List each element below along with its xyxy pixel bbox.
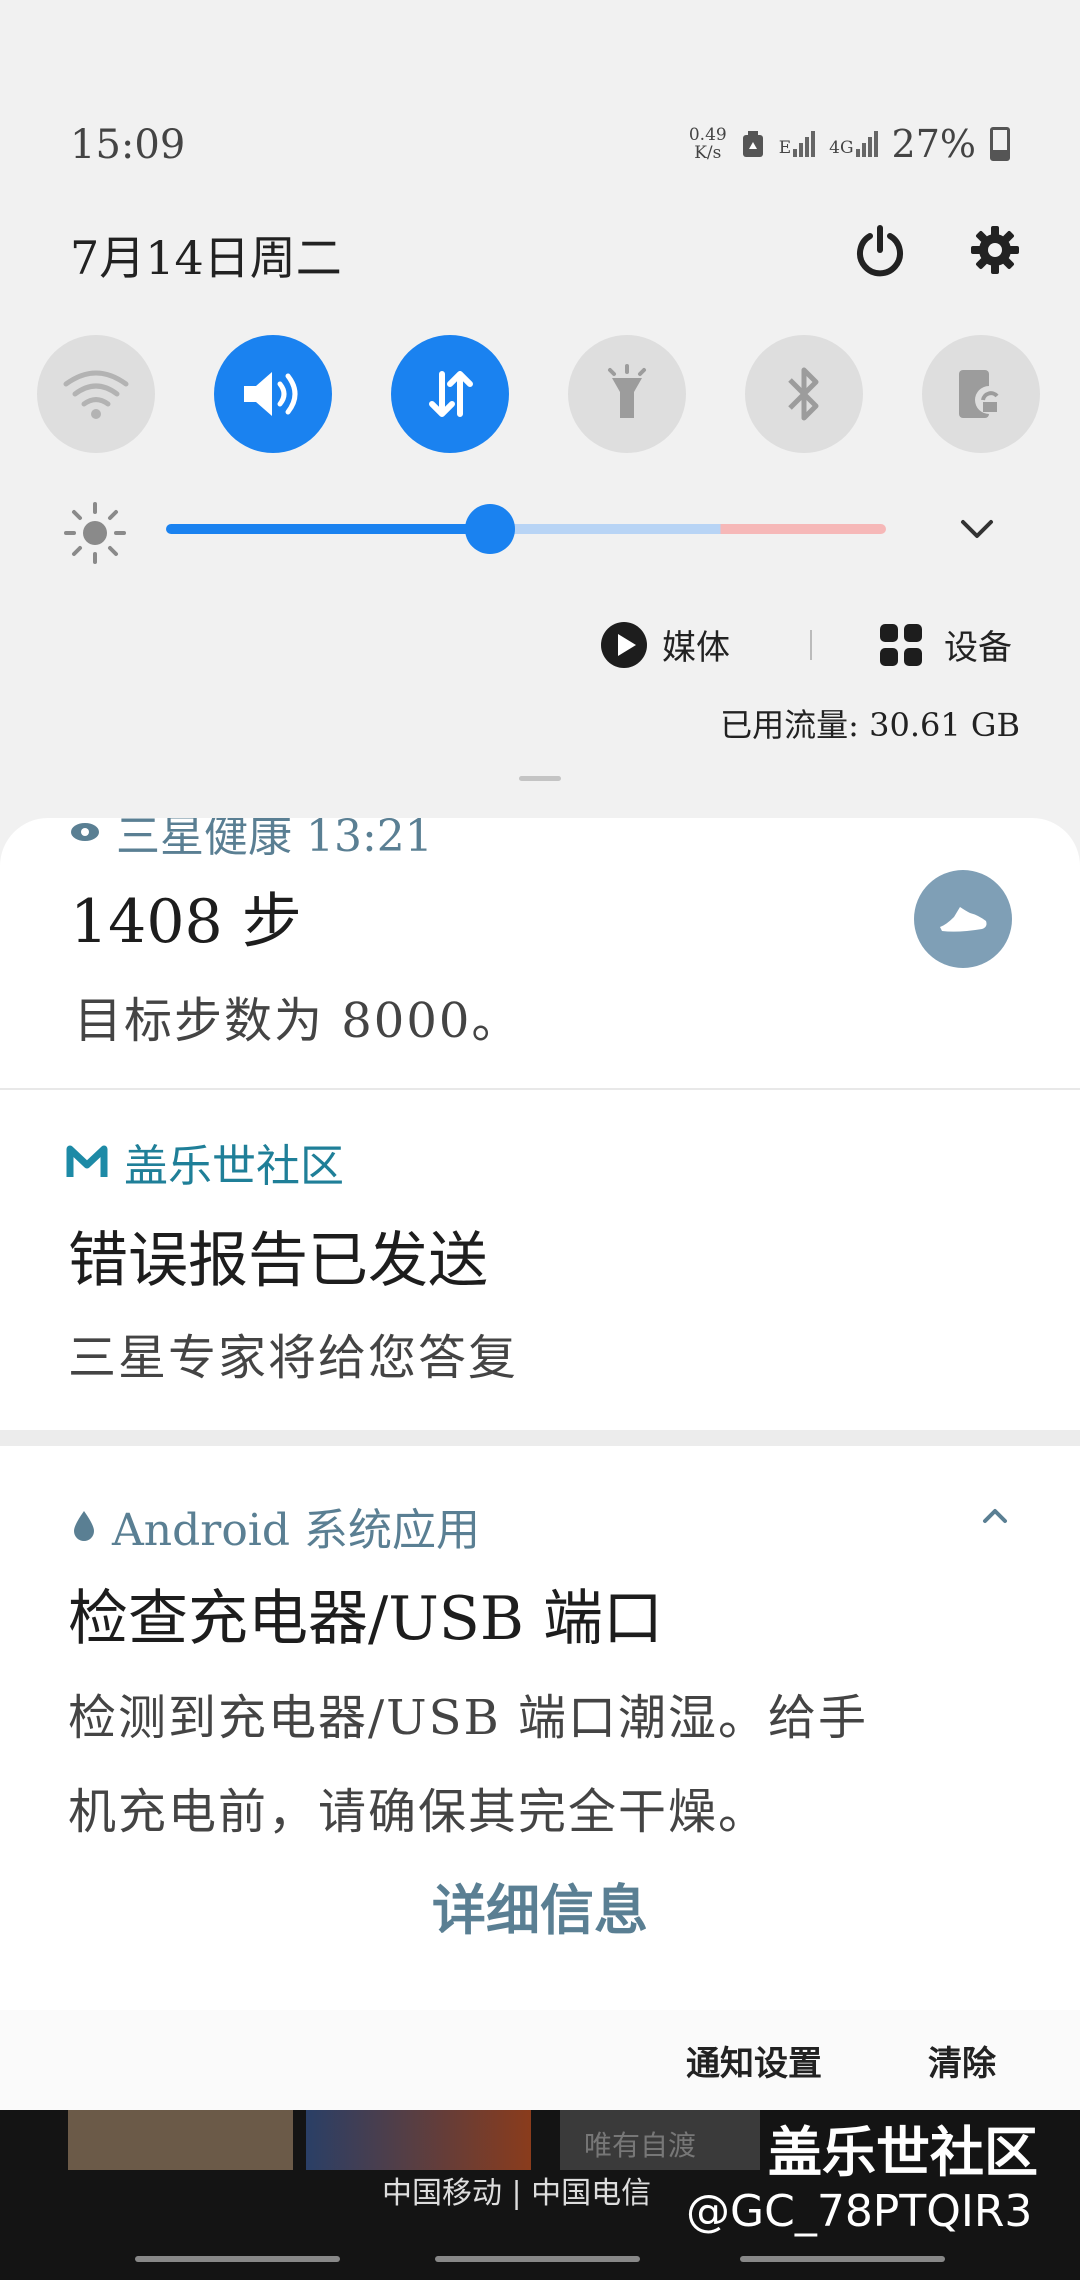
- status-time: 15:09: [70, 122, 186, 168]
- power-button[interactable]: [845, 215, 915, 285]
- signal-2: 4G: [829, 131, 878, 158]
- collapse-button[interactable]: [980, 1504, 1010, 1532]
- community-app-row: 盖乐世社区: [66, 1130, 344, 1194]
- nav-back-bar[interactable]: [740, 2256, 945, 2262]
- brightness-slider-thumb[interactable]: [465, 504, 515, 554]
- android-title: 检查充电器/USB 端口: [68, 1584, 664, 1654]
- data-usage-label: 已用流量: 30.61 GB: [720, 706, 1020, 744]
- mobile-data-toggle[interactable]: [391, 335, 509, 453]
- notification-footer: 通知设置 清除: [0, 2010, 1080, 2110]
- android-app-row: Android 系统应用: [72, 1494, 480, 1558]
- water-drop-icon: [74, 1511, 94, 1541]
- details-button[interactable]: 详细信息: [0, 1866, 1080, 1945]
- sound-toggle[interactable]: [214, 335, 332, 453]
- clear-button[interactable]: 清除: [928, 2036, 996, 2085]
- carrier-label: 中国移动 | 中国电信: [382, 2176, 652, 2211]
- speed-unit: K/s: [694, 143, 722, 163]
- shoe-icon: [940, 907, 987, 932]
- wifi-icon: [63, 370, 129, 419]
- health-app-row: 三星健康 13:21: [70, 818, 433, 864]
- community-body: 三星专家将给您答复: [68, 1330, 519, 1386]
- media-label: 媒体: [662, 628, 730, 668]
- community-app-name: 盖乐世社区: [124, 1141, 344, 1192]
- android-body-line-2: 机充电前，请确保其完全干燥。: [68, 1784, 769, 1840]
- health-eye-icon: [71, 823, 99, 841]
- bluetooth-toggle[interactable]: [745, 335, 863, 453]
- android-app-name: Android 系统应用: [112, 1505, 481, 1556]
- background-thumb-3: 唯有自渡: [560, 2110, 760, 2170]
- flashlight-toggle[interactable]: [568, 335, 686, 453]
- network-speed: 0.49 K/s: [689, 126, 727, 162]
- nav-home-bar[interactable]: [435, 2256, 640, 2262]
- signal-1: E: [778, 131, 816, 158]
- background-thumb-2: [306, 2110, 531, 2170]
- net-type-1: E: [778, 138, 792, 158]
- devices-grid-icon: [880, 623, 922, 666]
- battery-icon: [990, 127, 1010, 161]
- expand-button[interactable]: [955, 508, 999, 556]
- drag-handle[interactable]: [519, 776, 561, 781]
- bluetooth-icon: [788, 367, 819, 421]
- notification-panel: 三星健康 13:21 1408 步 目标步数为 8000。 盖乐世社区 错误报告…: [0, 818, 1080, 2110]
- volume-icon: [244, 372, 298, 416]
- steps-shoe-button[interactable]: [914, 870, 1012, 968]
- thumb-text: 唯有自渡: [584, 2129, 697, 2162]
- divider: [810, 629, 812, 660]
- watermark-title: 盖乐世社区: [768, 2121, 1038, 2184]
- background-thumb-1: [68, 2110, 293, 2170]
- group-gap: [0, 1430, 1080, 1446]
- chevron-down-icon: [961, 520, 993, 538]
- play-circle-icon: [601, 621, 647, 668]
- android-body-line-1: 检测到充电器/USB 端口潮湿。给手: [68, 1690, 869, 1746]
- chevron-up-icon: [983, 1509, 1007, 1523]
- media-devices-row: 媒体 设备: [600, 620, 1012, 669]
- screen-rotation-toggle[interactable]: [922, 335, 1040, 453]
- notification-health[interactable]: 三星健康 13:21 1408 步 目标步数为 8000。: [0, 818, 1080, 1088]
- notification-android-system[interactable]: Android 系统应用 检查充电器/USB 端口 检测到充电器/USB 端口潮…: [0, 1446, 1080, 1976]
- galaxy-community-logo-icon: [66, 1145, 108, 1177]
- speed-value: 0.49: [688, 125, 727, 145]
- gear-icon: [971, 226, 1019, 274]
- rotation-lock-icon: [959, 370, 1003, 418]
- nav-recents-bar[interactable]: [135, 2256, 340, 2262]
- status-icons: 0.49 K/s E 4G 27%: [689, 122, 1010, 166]
- devices-label: 设备: [944, 628, 1012, 668]
- devices-button[interactable]: 设备: [878, 620, 1012, 669]
- notification-community[interactable]: 盖乐世社区 错误报告已发送 三星专家将给您答复: [0, 1090, 1080, 1430]
- date-label: 7月14日周二: [70, 231, 342, 285]
- data-arrows-icon: [429, 371, 473, 417]
- brightness-icon: [62, 500, 128, 570]
- notification-settings-button[interactable]: 通知设置: [686, 2036, 822, 2085]
- signal-bars-icon: [855, 131, 878, 157]
- health-title: 1408 步: [70, 887, 302, 957]
- settings-button[interactable]: [960, 215, 1030, 285]
- media-button[interactable]: 媒体: [600, 620, 730, 669]
- battery-percent: 27%: [891, 122, 976, 166]
- brightness-slider-track[interactable]: [166, 524, 886, 534]
- watermark-user: @GC_78PTQIR3: [686, 2186, 1033, 2237]
- wifi-toggle[interactable]: [37, 335, 155, 453]
- flashlight-icon: [608, 364, 646, 418]
- power-icon: [857, 225, 903, 277]
- recycle-icon: [742, 131, 763, 157]
- signal-bars-icon: [793, 131, 816, 157]
- health-app-name: 三星健康 13:21: [116, 818, 433, 862]
- community-title: 错误报告已发送: [68, 1226, 488, 1296]
- health-body: 目标步数为 8000。: [74, 993, 522, 1049]
- net-type-2: 4G: [829, 138, 854, 158]
